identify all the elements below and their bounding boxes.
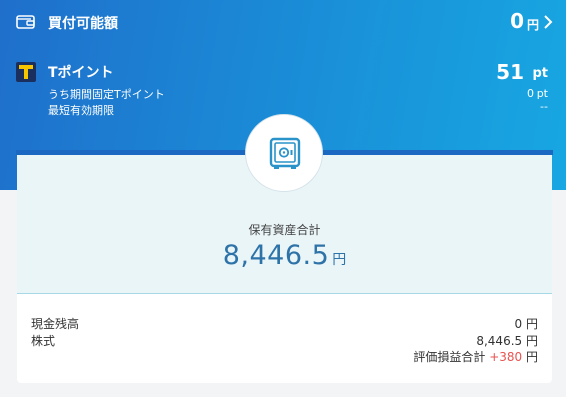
total-assets-value: 8,446.5: [222, 240, 330, 271]
cash-balance-unit: 円: [525, 317, 538, 331]
stocks-value: 8,446.5: [476, 334, 523, 348]
unrealized-pl-unit: 円: [525, 350, 538, 364]
tpoint-unit: pt: [532, 66, 548, 81]
wallet-icon: [16, 15, 35, 29]
unrealized-pl-row: 評価損益合計 +380 円: [413, 348, 538, 365]
total-assets-unit: 円: [332, 252, 347, 268]
stocks-label: 株式: [31, 334, 56, 348]
buying-power-label: 買付可能額: [48, 16, 118, 32]
buying-power-amount: 0: [510, 9, 524, 33]
fixed-tpoint-unit: pt: [536, 87, 548, 100]
fixed-tpoint-label: うち期間固定Tポイント: [48, 88, 165, 101]
cash-balance-row: 0 円: [515, 315, 538, 332]
chevron-right-icon[interactable]: [542, 15, 554, 29]
cash-balance-value: 0: [514, 317, 523, 331]
fixed-tpoint-value: 0: [527, 87, 534, 100]
stocks-row: 8,446.5 円: [476, 332, 538, 349]
expiry-value: --: [540, 100, 548, 113]
stocks-unit: 円: [525, 334, 538, 348]
unrealized-pl-value: +380: [489, 350, 523, 364]
tpoint-label: Tポイント: [48, 65, 114, 81]
buying-power-unit: 円: [526, 18, 539, 32]
unrealized-pl-label: 評価損益合計: [413, 350, 486, 364]
safe-badge: [245, 114, 323, 192]
tpoint-amount: 51: [496, 60, 524, 84]
total-assets-label: 保有資産合計: [248, 223, 321, 237]
cash-balance-label: 現金残高: [31, 317, 80, 331]
safe-icon: [269, 137, 301, 169]
tpoint-logo-icon: [16, 62, 36, 82]
expiry-label: 最短有効期限: [48, 104, 114, 117]
asset-breakdown-panel: [17, 294, 552, 383]
total-assets: 8,446.5 円: [17, 240, 552, 271]
